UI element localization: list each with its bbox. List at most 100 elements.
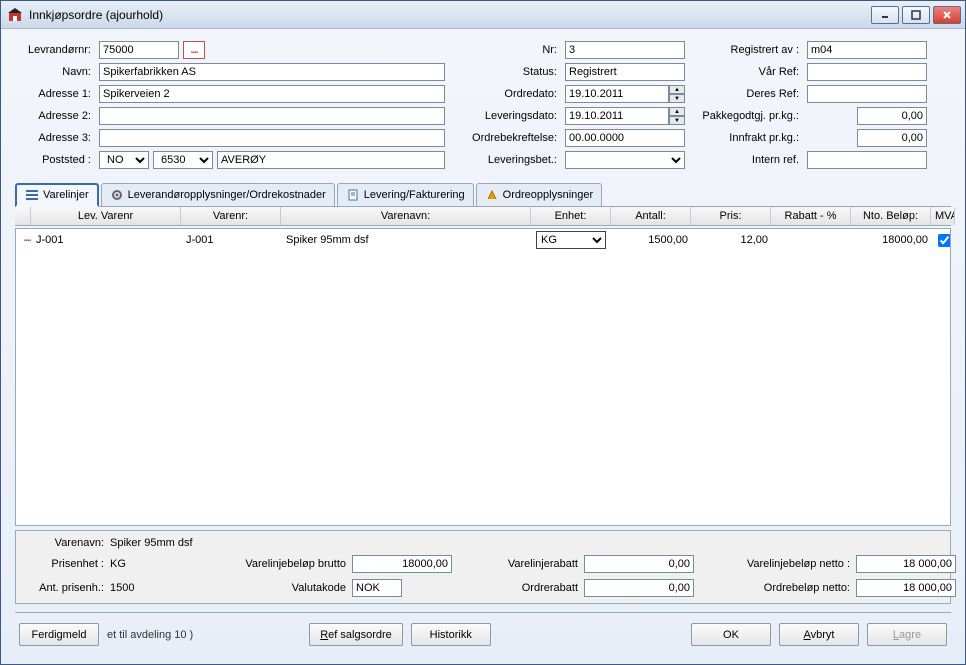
label-addr3: Adresse 3: bbox=[15, 132, 93, 144]
post-city-input[interactable] bbox=[217, 151, 445, 169]
our-ref-input[interactable] bbox=[807, 63, 927, 81]
mva-checkbox[interactable] bbox=[938, 234, 951, 247]
window-title: Innkjøpsordre (ajourhold) bbox=[29, 8, 871, 22]
label-valuta: Valutakode bbox=[236, 582, 346, 594]
ordre-rabatt-input[interactable] bbox=[584, 579, 694, 597]
cell-antall: 1500,00 bbox=[612, 234, 692, 246]
footer-bar: Ferdigmeld et til avdeling 10 ) Ref salg… bbox=[15, 612, 951, 656]
registered-by-input[interactable] bbox=[807, 41, 927, 59]
label-internref: Intern ref. bbox=[691, 154, 801, 166]
label-confirm: Ordrebekreftelse: bbox=[451, 132, 559, 144]
delivery-date-input[interactable] bbox=[565, 107, 669, 125]
ok-button[interactable]: OK bbox=[691, 623, 771, 646]
col-pris: Pris: bbox=[691, 207, 771, 225]
line-brutto-input[interactable] bbox=[352, 555, 452, 573]
col-rabatt: Rabatt - % bbox=[771, 207, 851, 225]
supplier-lookup-button[interactable]: .... bbox=[183, 41, 205, 59]
sum-prisenhet: KG bbox=[110, 558, 230, 570]
label-addr2: Adresse 2: bbox=[15, 110, 93, 122]
status-input[interactable] bbox=[565, 63, 685, 81]
col-varenavn: Varenavn: bbox=[281, 207, 531, 225]
col-levvar: Lev. Varenr bbox=[31, 207, 181, 225]
order-confirm-input[interactable] bbox=[565, 129, 685, 147]
label-orderdate: Ordredato: bbox=[451, 88, 559, 100]
historikk-button[interactable]: Historikk bbox=[411, 623, 491, 646]
post-country-select[interactable]: NO bbox=[99, 151, 149, 169]
label-linjebrutto: Varelinjebeløp brutto bbox=[236, 558, 346, 570]
label-ordrenetto: Ordrebeløp netto: bbox=[700, 582, 850, 594]
tab-label: Ordreopplysninger bbox=[503, 189, 594, 201]
label-regby: Registrert av : bbox=[691, 44, 801, 56]
label-addr1: Adresse 1: bbox=[15, 88, 93, 100]
label-theirref: Deres Ref: bbox=[691, 88, 801, 100]
deliv-date-down[interactable]: ▼ bbox=[669, 116, 685, 125]
tab-strip: Varelinjer Leverandøropplysninger/Ordrek… bbox=[15, 183, 951, 207]
their-ref-input[interactable] bbox=[807, 85, 927, 103]
cell-nto: 18000,00 bbox=[852, 234, 932, 246]
post-code-select[interactable]: 6530 bbox=[153, 151, 213, 169]
row-lookup-button[interactable]: .... bbox=[20, 233, 32, 247]
line-netto-input[interactable] bbox=[856, 555, 956, 573]
order-date-down[interactable]: ▼ bbox=[669, 94, 685, 103]
address3-input[interactable] bbox=[99, 129, 445, 147]
window-buttons bbox=[871, 6, 961, 24]
cell-levvar: J-001 bbox=[32, 234, 182, 246]
ordre-netto-input[interactable] bbox=[856, 579, 956, 597]
cell-varenr: J-001 bbox=[182, 234, 282, 246]
label-antprisenh: Ant. prisenh.: bbox=[26, 582, 104, 594]
close-button[interactable] bbox=[933, 6, 961, 24]
header-fields: Levrandørnr: .... Nr: Registrert av : Na… bbox=[15, 41, 951, 169]
tab-levering[interactable]: Levering/Fakturering bbox=[337, 183, 474, 206]
maximize-button[interactable] bbox=[902, 6, 930, 24]
lagre-button[interactable]: Lagre bbox=[867, 623, 947, 646]
ferdigmeld-button[interactable]: Ferdigmeld bbox=[19, 623, 99, 646]
label-linjenetto: Varelinjebeløp netto : bbox=[700, 558, 850, 570]
label-nr: Nr: bbox=[451, 44, 559, 56]
label-pkgkg: Pakkegodtgj. pr.kg.: bbox=[691, 110, 801, 122]
avbryt-button[interactable]: Avbryt bbox=[779, 623, 859, 646]
label-suppno: Levrandørnr: bbox=[15, 44, 93, 56]
col-enhet: Enhet: bbox=[531, 207, 611, 225]
supplier-name-input[interactable] bbox=[99, 63, 445, 81]
col-nto: Nto. Beløp: bbox=[851, 207, 931, 225]
label-sum-prisenhet: Prisenhet : bbox=[26, 558, 104, 570]
valuta-input[interactable] bbox=[352, 579, 402, 597]
package-kg-input[interactable] bbox=[857, 107, 927, 125]
sum-antprisenh: 1500 bbox=[110, 582, 230, 594]
summary-panel: Varenavn: Spiker 95mm dsf Prisenhet : KG… bbox=[15, 530, 951, 604]
freight-kg-input[interactable] bbox=[857, 129, 927, 147]
tab-ordreopplysninger[interactable]: Ordreopplysninger bbox=[476, 183, 603, 206]
address1-input[interactable] bbox=[99, 85, 445, 103]
ref-salgsordre-button[interactable]: Ref salgsordre bbox=[309, 623, 403, 646]
intern-ref-input[interactable] bbox=[807, 151, 927, 169]
tab-label: Varelinjer bbox=[43, 189, 89, 201]
status-text: et til avdeling 10 ) bbox=[107, 629, 193, 641]
label-ordrerabatt: Ordrerabatt bbox=[458, 582, 578, 594]
cell-pris: 12,00 bbox=[692, 234, 772, 246]
label-post: Poststed : bbox=[15, 154, 93, 166]
address2-input[interactable] bbox=[99, 107, 445, 125]
tab-varelinjer[interactable]: Varelinjer bbox=[15, 183, 99, 207]
line-rabatt-input[interactable] bbox=[584, 555, 694, 573]
table-row[interactable]: .... J-001 J-001 Spiker 95mm dsf KG 1500… bbox=[16, 229, 950, 251]
line-items-grid[interactable]: .... J-001 J-001 Spiker 95mm dsf KG 1500… bbox=[15, 228, 951, 526]
unit-select[interactable]: KG bbox=[536, 231, 606, 249]
tab-label: Leverandøropplysninger/Ordrekostnader bbox=[128, 189, 326, 201]
col-antall: Antall: bbox=[611, 207, 691, 225]
info-icon bbox=[485, 188, 499, 202]
label-delivterms: Leveringsbet.: bbox=[451, 154, 559, 166]
delivery-terms-select[interactable] bbox=[565, 151, 685, 169]
cell-varenavn: Spiker 95mm dsf bbox=[282, 234, 532, 246]
label-name: Navn: bbox=[15, 66, 93, 78]
deliv-date-up[interactable]: ▲ bbox=[669, 107, 685, 116]
order-date-up[interactable]: ▲ bbox=[669, 85, 685, 94]
col-varenr: Varenr: bbox=[181, 207, 281, 225]
supplier-number-input[interactable] bbox=[99, 41, 179, 59]
label-status: Status: bbox=[451, 66, 559, 78]
order-date-input[interactable] bbox=[565, 85, 669, 103]
label-delivdate: Leveringsdato: bbox=[451, 110, 559, 122]
tab-label: Levering/Fakturering bbox=[364, 189, 465, 201]
order-number-input[interactable] bbox=[565, 41, 685, 59]
minimize-button[interactable] bbox=[871, 6, 899, 24]
tab-leverandor[interactable]: Leverandøropplysninger/Ordrekostnader bbox=[101, 183, 335, 206]
